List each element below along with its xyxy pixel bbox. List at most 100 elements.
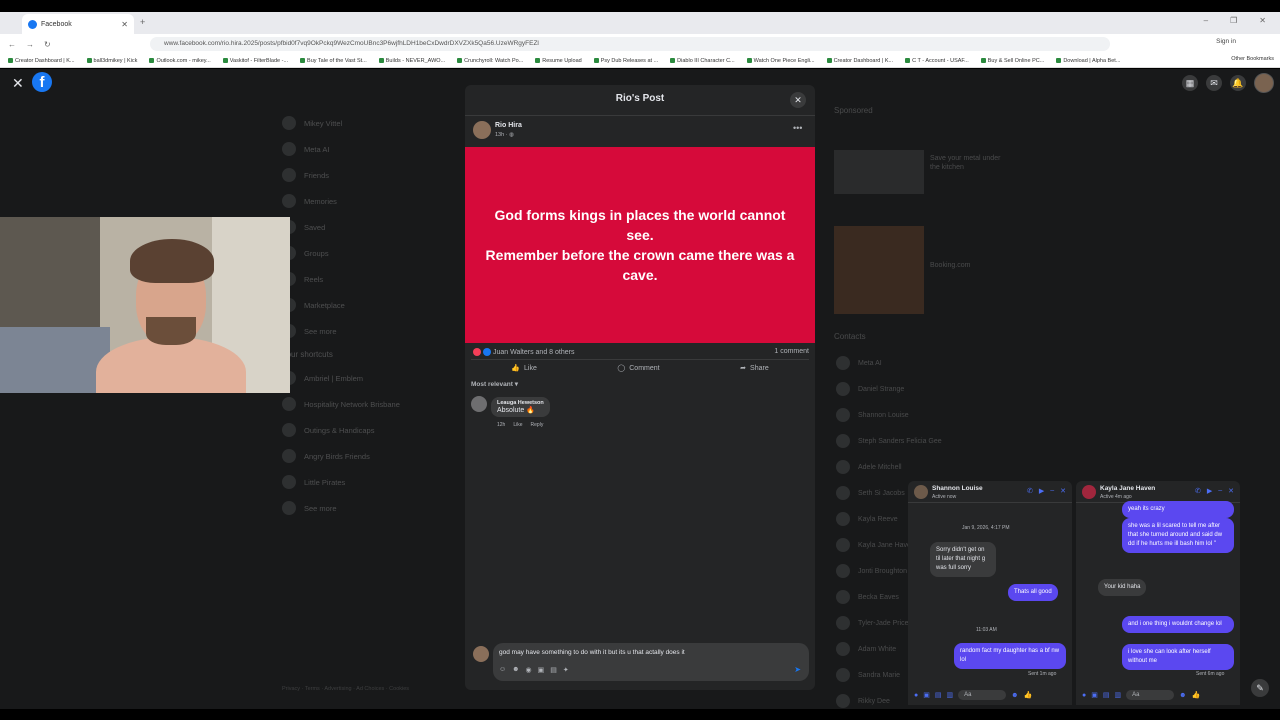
ad-image[interactable] [834, 150, 924, 194]
notifications-icon[interactable]: 🔔 [1230, 75, 1246, 91]
avatar-sticker-icon[interactable]: ☺ [499, 666, 506, 674]
facebook-logo[interactable]: f [32, 72, 52, 92]
bookmark-item[interactable]: Outlook.com - mikey... [149, 58, 210, 64]
thumbs-up-icon[interactable]: 👍 [1191, 691, 1200, 699]
chat-header[interactable]: Kayla Jane Haven Active 4m ago ✆ ▶ – ✕ [1076, 481, 1240, 503]
sticker-icon[interactable]: ▤ [935, 691, 942, 699]
image-icon[interactable]: ▣ [1091, 691, 1098, 699]
bookmark-item[interactable]: Resume Upload [535, 58, 581, 64]
gif-icon[interactable]: ▣ [538, 666, 545, 674]
post-image[interactable]: God forms kings in places the world cann… [465, 147, 815, 343]
bookmark-item[interactable]: Buy & Sell Online PC... [981, 58, 1045, 64]
mic-icon[interactable]: ● [914, 692, 918, 699]
sidebar-item[interactable]: Memories [282, 188, 442, 214]
menu-grid-icon[interactable]: ▦ [1182, 75, 1198, 91]
close-tab-icon[interactable]: ✕ [121, 20, 128, 29]
bookmark-item[interactable]: Creator Dashboard | K... [8, 58, 75, 64]
other-bookmarks[interactable]: Other Bookmarks [1231, 56, 1274, 62]
post-timestamp[interactable]: 13h · ◍ [495, 132, 514, 138]
sidebar-item[interactable]: Mikey Vittel [282, 110, 442, 136]
sidebar-item[interactable]: Saved [282, 214, 442, 240]
bookmark-item[interactable]: ball3dmikey | Kick [87, 58, 138, 64]
minimize-icon[interactable]: – [1050, 487, 1054, 495]
thumbs-up-icon[interactable]: 👍 [1023, 691, 1032, 699]
close-icon[interactable]: ✕ [1060, 487, 1066, 495]
comment-reply-button[interactable]: Reply [531, 422, 544, 428]
gif-icon[interactable]: ▥ [946, 691, 953, 699]
contact-item[interactable]: Adele Mitchell [836, 454, 942, 480]
more-options-icon[interactable]: ••• [793, 123, 802, 133]
mic-icon[interactable]: ● [1082, 692, 1086, 699]
ad-text[interactable]: Booking.com [930, 262, 970, 269]
sidebar-item[interactable]: Meta AI [282, 136, 442, 162]
bookmark-item[interactable]: Crunchyroll: Watch Po... [457, 58, 523, 64]
bookmark-item[interactable]: C T - Account - USAF... [905, 58, 969, 64]
sidebar-item[interactable]: Friends [282, 162, 442, 188]
comment-count[interactable]: 1 comment [774, 348, 809, 355]
ad-image[interactable] [834, 226, 924, 314]
forward-icon[interactable]: → [26, 40, 34, 49]
shortcut-item[interactable]: See more [282, 495, 442, 521]
sticker-icon[interactable]: ▤ [1103, 691, 1110, 699]
minimize-icon[interactable]: – [1218, 487, 1222, 495]
phone-icon[interactable]: ✆ [1027, 487, 1033, 495]
phone-icon[interactable]: ✆ [1195, 487, 1201, 495]
chat-message-input[interactable]: Aa [1126, 690, 1175, 700]
bookmark-item[interactable]: Buy Tale of the Vast St... [300, 58, 367, 64]
gif-icon[interactable]: ▥ [1114, 691, 1121, 699]
emoji-icon[interactable]: ☻ [512, 666, 519, 674]
shortcut-item[interactable]: Outings & Handicaps [282, 417, 442, 443]
comment-sort-dropdown[interactable]: Most relevant ▾ [471, 380, 518, 388]
shortcut-item[interactable]: Hospitality Network Brisbane [282, 391, 442, 417]
sign-in-button[interactable]: Sign in [1216, 38, 1236, 45]
bookmark-item[interactable]: Vaskitof - FilterBlade -... [223, 58, 288, 64]
comment-input[interactable]: god may have something to do with it but… [499, 649, 685, 656]
more-tools-icon[interactable]: ✦ [563, 666, 569, 674]
video-icon[interactable]: ▶ [1039, 487, 1044, 495]
bookmark-item[interactable]: Watch One Piece Engli... [747, 58, 815, 64]
browser-tab[interactable]: Facebook ✕ [22, 14, 134, 34]
contact-item[interactable]: Steph Sanders Felicia Gee [836, 428, 942, 454]
sidebar-item[interactable]: Reels [282, 266, 442, 292]
author-avatar[interactable] [473, 121, 491, 139]
sidebar-item[interactable]: See more [282, 318, 442, 344]
contact-item[interactable]: Shannon Louise [836, 402, 942, 428]
image-icon[interactable]: ▣ [923, 691, 930, 699]
footer-links[interactable]: Privacy · Terms · Advertising · Ad Choic… [282, 686, 409, 692]
comment-composer[interactable]: god may have something to do with it but… [493, 643, 809, 681]
like-button[interactable]: 👍 Like [511, 364, 537, 373]
emoji-icon[interactable]: ☻ [1011, 692, 1018, 699]
bookmark-item[interactable]: Download | Alpha Bet... [1056, 58, 1120, 64]
new-message-icon[interactable]: ✎ [1251, 679, 1269, 697]
maximize-icon[interactable]: ❐ [1230, 16, 1237, 25]
account-avatar[interactable] [1254, 73, 1274, 93]
close-viewer-icon[interactable]: ✕ [12, 75, 24, 92]
comment-time[interactable]: 12h [497, 422, 505, 428]
bookmark-item[interactable]: Diablo III Character C... [670, 58, 734, 64]
shortcut-item[interactable]: Little Pirates [282, 469, 442, 495]
messenger-icon[interactable]: ✉ [1206, 75, 1222, 91]
new-tab-button[interactable]: + [140, 17, 145, 27]
ad-text[interactable]: Save your metal under the kitchen [930, 154, 1010, 172]
bookmark-item[interactable]: Psy Dub Releases at ... [594, 58, 658, 64]
url-field[interactable]: www.facebook.com/rio.hira.2025/posts/pfb… [150, 37, 1110, 51]
comment-like-button[interactable]: Like [513, 422, 522, 428]
sticker-icon[interactable]: ▤ [550, 666, 557, 674]
contact-item[interactable]: Daniel Strange [836, 376, 942, 402]
shortcut-item[interactable]: Angry Birds Friends [282, 443, 442, 469]
send-icon[interactable]: ➤ [794, 665, 801, 674]
sidebar-item[interactable]: Groups [282, 240, 442, 266]
bookmark-item[interactable]: Creator Dashboard | K... [827, 58, 894, 64]
camera-icon[interactable]: ◉ [526, 666, 532, 674]
close-icon[interactable]: ✕ [1228, 487, 1234, 495]
bookmark-item[interactable]: Builds - NEVER_AWO... [379, 58, 445, 64]
minimize-icon[interactable]: – [1204, 16, 1208, 25]
sidebar-item[interactable]: Marketplace [282, 292, 442, 318]
shortcut-item[interactable]: Ambriel | Emblem [282, 365, 442, 391]
close-window-icon[interactable]: ✕ [1259, 16, 1266, 25]
reload-icon[interactable]: ↻ [44, 40, 51, 49]
emoji-icon[interactable]: ☻ [1179, 692, 1186, 699]
close-icon[interactable]: ✕ [790, 92, 806, 108]
chat-message-input[interactable]: Aa [958, 690, 1007, 700]
reactions-summary[interactable]: Juan Walters and 8 others [473, 348, 574, 356]
